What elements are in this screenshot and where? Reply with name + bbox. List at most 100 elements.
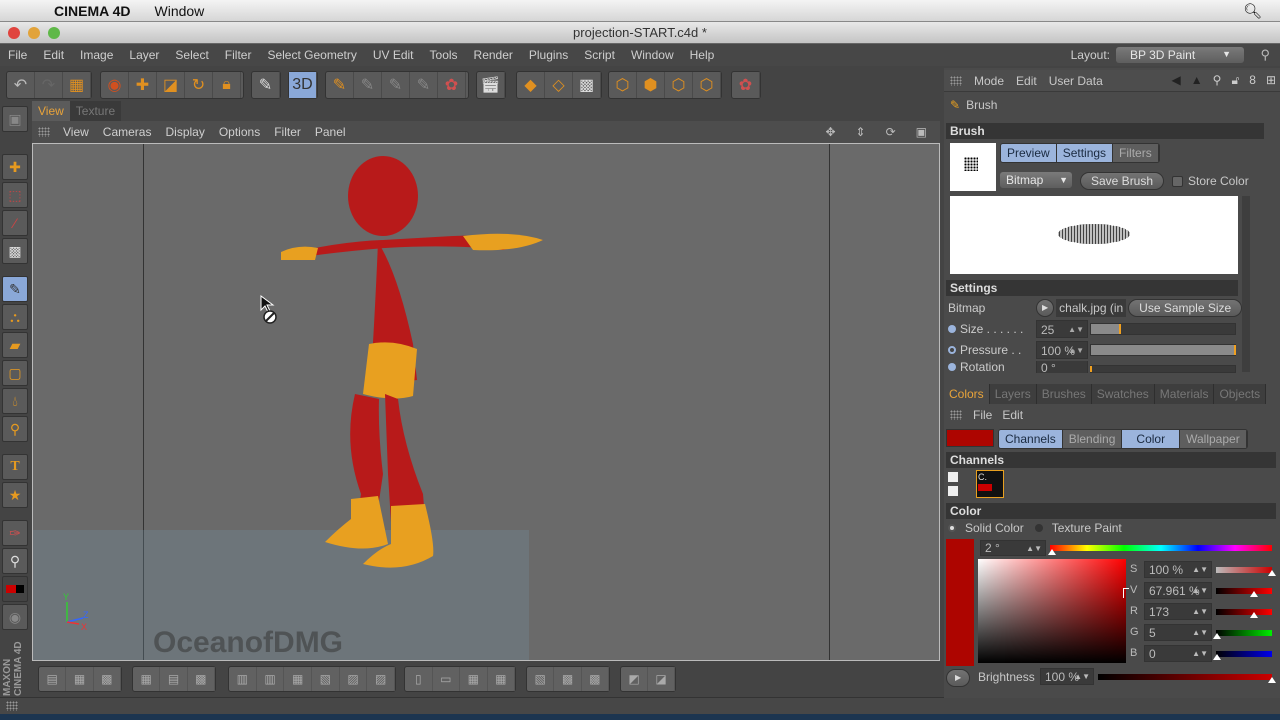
menu-script[interactable]: Script (576, 48, 623, 62)
v-slider[interactable] (1216, 588, 1272, 594)
channel-bg-swatch[interactable] (948, 486, 958, 496)
texture-view-icon[interactable]: ◆ (517, 72, 545, 98)
search-attr-icon[interactable]: ⚲ (1213, 73, 1222, 88)
viewport-menu-cameras[interactable]: Cameras (96, 125, 159, 139)
move-tool-icon[interactable]: ✚ (2, 154, 28, 180)
save-brush-button[interactable]: Save Brush (1080, 172, 1165, 190)
tab-channels[interactable]: Channels (999, 430, 1063, 448)
b-field[interactable]: 0 ▲▼ (1144, 645, 1212, 662)
minimize-window-button[interactable] (28, 27, 40, 39)
lock-icon[interactable]: 🔒︎ (213, 72, 241, 98)
tab-colors[interactable]: Colors (944, 384, 990, 404)
brightness-field[interactable]: 100 % ▲▼ (1040, 668, 1094, 685)
uv-tool-12-icon[interactable]: ▨ (367, 667, 396, 691)
menu-select[interactable]: Select (167, 48, 216, 62)
eraser-tool-icon[interactable]: ▰ (2, 332, 28, 358)
attr-menu-edit[interactable]: Edit (1010, 74, 1043, 88)
size-animate-dot[interactable] (948, 325, 956, 333)
checker-view-icon[interactable]: ▩ (573, 72, 601, 98)
panel-grip[interactable] (38, 127, 50, 137)
menu-window[interactable]: Window (623, 48, 682, 62)
brightness-expand-button[interactable]: ▶ (946, 669, 971, 687)
current-color-chip[interactable] (946, 429, 994, 447)
menu-tools[interactable]: Tools (422, 48, 466, 62)
menu-help[interactable]: Help (682, 48, 723, 62)
rotate-icon[interactable]: ↻ (185, 72, 213, 98)
redo-icon[interactable]: ↷ (35, 72, 63, 98)
menu-image[interactable]: Image (72, 48, 121, 62)
attributes-scrollbar[interactable] (1242, 196, 1250, 372)
menu-uv-edit[interactable]: UV Edit (365, 48, 422, 62)
store-color-checkbox[interactable]: Store Color (1172, 174, 1249, 188)
search-icon[interactable]: ⚲ (1252, 47, 1278, 63)
colors-menu-file[interactable]: File (968, 408, 997, 422)
hue-slider[interactable] (1050, 545, 1272, 551)
lock-attr-icon[interactable]: 🔓︎ (1231, 73, 1239, 88)
tab-settings[interactable]: Settings (1056, 144, 1114, 162)
rotation-animate-dot[interactable] (948, 363, 956, 371)
tab-filters[interactable]: Filters (1113, 144, 1159, 162)
uv-tool-1-icon[interactable]: ▤ (39, 667, 67, 691)
bitmap-expand-button[interactable]: ▶ (1036, 299, 1055, 317)
pan-view-icon[interactable]: ✥ (818, 125, 842, 139)
rotation-slider[interactable] (1090, 365, 1236, 373)
uv-tool-18-icon[interactable]: ▩ (554, 667, 582, 691)
spotlight-search-icon[interactable]: 🔍︎ (1243, 2, 1262, 20)
tab-wallpaper[interactable]: Wallpaper (1180, 430, 1247, 448)
tab-preview[interactable]: Preview (1001, 144, 1057, 162)
polygon-mode-icon[interactable]: ⬢ (637, 72, 665, 98)
uv-tool-21-icon[interactable]: ◪ (648, 667, 675, 691)
uv-tool-4-icon[interactable]: ▦ (133, 667, 161, 691)
attributes-grip[interactable] (950, 75, 962, 86)
tab-materials[interactable]: Materials (1154, 384, 1215, 404)
edge-mode-icon[interactable]: ⬡ (665, 72, 693, 98)
uv-tool-10-icon[interactable]: ▧ (312, 667, 340, 691)
texture-mode-icon[interactable]: ✿ (732, 72, 760, 98)
tab-objects[interactable]: Objects (1214, 384, 1267, 404)
scale-icon[interactable]: ◪ (157, 72, 185, 98)
back-arrow-icon[interactable]: ◀ (1172, 73, 1181, 88)
rect-selection-icon[interactable]: ⬚ (2, 182, 28, 208)
tab-color[interactable]: Color (1122, 430, 1181, 448)
channel-color-thumb[interactable]: C. (976, 470, 1004, 498)
solid-color-radio[interactable] (948, 524, 956, 532)
v-slider-handle[interactable] (1250, 591, 1258, 597)
uv-tool-16-icon[interactable]: ▦ (488, 667, 515, 691)
r-slider[interactable] (1216, 609, 1272, 615)
color-swatch-icon[interactable] (2, 576, 28, 602)
s-slider-handle[interactable] (1268, 570, 1276, 576)
viewport-menu-display[interactable]: Display (158, 125, 211, 139)
viewport-menu-filter[interactable]: Filter (267, 125, 308, 139)
bitmap-file-field[interactable]: chalk.jpg (in (1056, 299, 1127, 317)
uv-tool-15-icon[interactable]: ▦ (460, 667, 488, 691)
magic-wand-icon[interactable]: ⁄ (2, 210, 28, 236)
mixed-view-icon[interactable]: ◇ (545, 72, 573, 98)
rotate-view-icon[interactable]: ⟳ (879, 125, 903, 139)
uv-tool-17-icon[interactable]: ▧ (527, 667, 555, 691)
smudge-tool-icon[interactable]: ⚲ (2, 416, 28, 442)
g-slider[interactable] (1216, 630, 1272, 636)
tab-view[interactable]: View (32, 101, 70, 121)
layout-dropdown[interactable]: BP 3D Paint ▼ (1116, 47, 1244, 63)
tab-swatches[interactable]: Swatches (1091, 384, 1155, 404)
shape-tool-icon[interactable]: ★ (2, 482, 28, 508)
zoom-tool-icon[interactable]: ⚲ (2, 548, 28, 574)
brush-tool-icon[interactable]: ✎ (2, 276, 28, 302)
uv-paint-icon[interactable]: ✎ (382, 72, 410, 98)
saturation-value-picker[interactable] (978, 559, 1126, 663)
viewport-menu-view[interactable]: View (56, 125, 96, 139)
apple-icon[interactable] (20, 3, 36, 19)
tab-texture[interactable]: Texture (69, 101, 122, 121)
v-field[interactable]: 67.961 % ▲▼ (1144, 582, 1212, 599)
gradient-tool-icon[interactable]: ▢ (2, 360, 28, 386)
uv-tool-2-icon[interactable]: ▦ (66, 667, 94, 691)
zoom-view-icon[interactable]: ⇕ (849, 125, 873, 139)
toggle-panel-icon[interactable]: ▣ (909, 125, 934, 139)
attr-menu-user-data[interactable]: User Data (1043, 74, 1109, 88)
close-window-button[interactable] (8, 27, 20, 39)
menu-select-geometry[interactable]: Select Geometry (259, 48, 364, 62)
hue-field[interactable]: 2 ° ▲▼ (980, 540, 1046, 556)
b-slider-handle[interactable] (1213, 654, 1221, 660)
use-sample-size-button[interactable]: Use Sample Size (1128, 299, 1243, 317)
uv-tool-11-icon[interactable]: ▨ (340, 667, 368, 691)
